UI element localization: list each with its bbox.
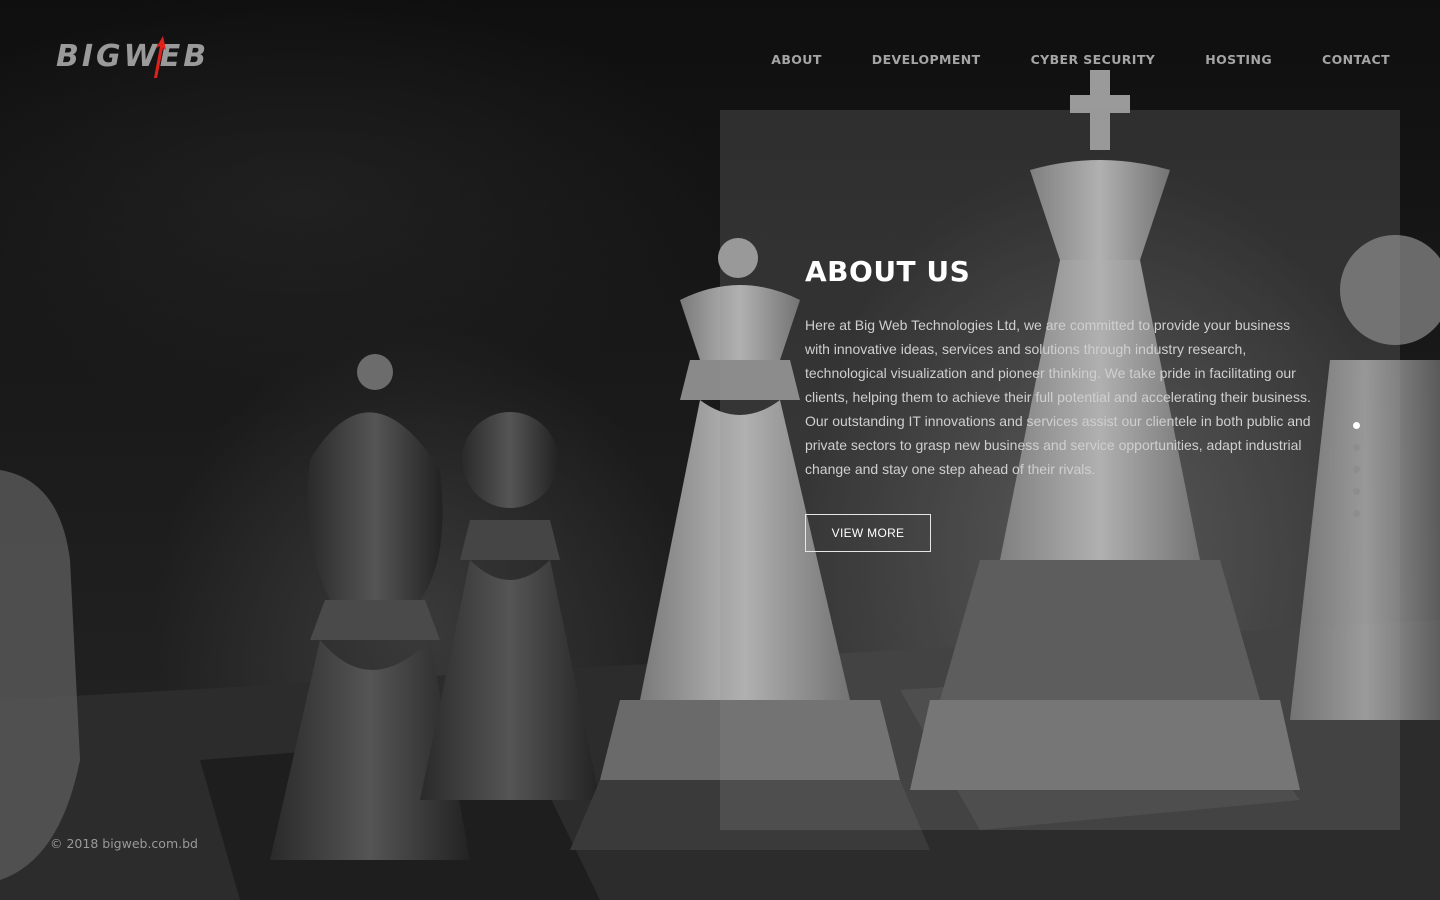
nav-item-hosting[interactable]: HOSTING (1205, 52, 1272, 67)
nav-item-contact[interactable]: CONTACT (1322, 52, 1390, 67)
logo-wordmark: BIGWEB (56, 38, 210, 74)
slide-dot-3[interactable] (1353, 466, 1360, 473)
about-panel: ABOUT US Here at Big Web Technologies Lt… (720, 110, 1400, 830)
slide-dot-5[interactable] (1353, 510, 1360, 517)
slide-dot-2[interactable] (1353, 444, 1360, 451)
page: BIGWEB ABOUT DEVELOPMENT CYBER SECURITY … (0, 0, 1440, 900)
slide-pagination (1353, 422, 1360, 517)
logo-arrow-icon (154, 36, 166, 78)
slide-dot-4[interactable] (1353, 488, 1360, 495)
about-description: Here at Big Web Technologies Ltd, we are… (805, 317, 1311, 477)
nav-item-development[interactable]: DEVELOPMENT (872, 52, 981, 67)
bigweb-logo[interactable]: BIGWEB (56, 36, 210, 78)
slide-dot-1[interactable] (1353, 422, 1360, 429)
main-nav: ABOUT DEVELOPMENT CYBER SECURITY HOSTING… (721, 52, 1390, 67)
about-title: ABOUT US (805, 255, 971, 288)
nav-item-about[interactable]: ABOUT (771, 52, 822, 67)
footer-copyright: © 2018 bigweb.com.bd (50, 836, 198, 851)
view-more-button[interactable]: VIEW MORE (805, 514, 931, 552)
nav-item-cyber-security[interactable]: CYBER SECURITY (1031, 52, 1156, 67)
